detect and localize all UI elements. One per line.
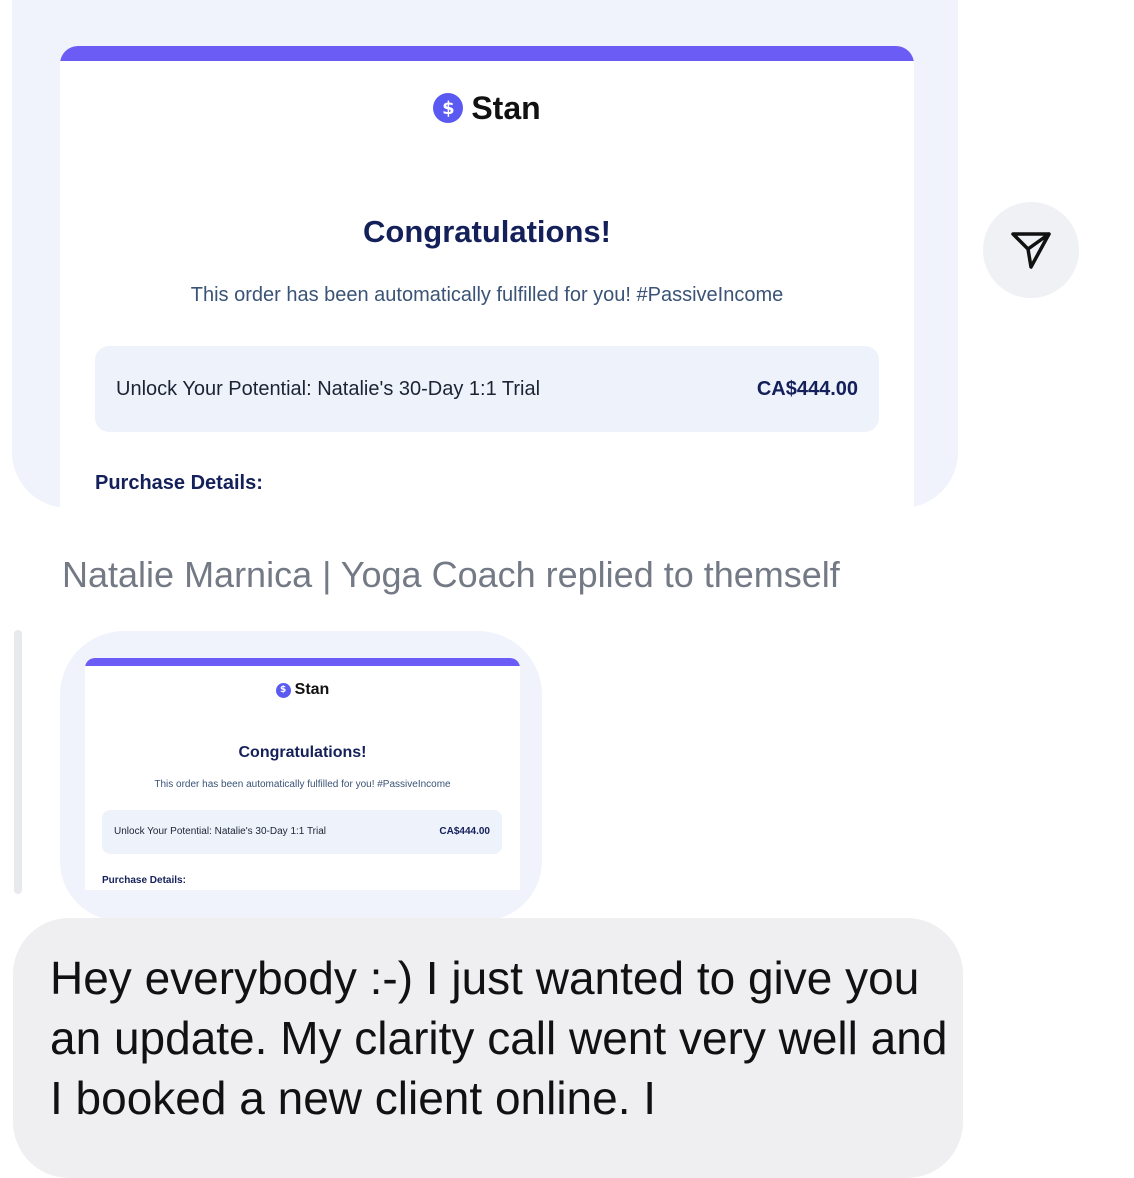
quoted-email-accent-bar — [85, 658, 520, 666]
stan-logo: $ Stan — [60, 88, 914, 128]
brand-name: Stan — [471, 89, 541, 126]
quoted-email-card[interactable]: $ Stan Congratulations! This order has b… — [85, 658, 520, 890]
quoted-product-name: Unlock Your Potential: Natalie's 30-Day … — [114, 826, 327, 837]
dollar-coin-icon: $ — [433, 93, 464, 123]
email-subline: This order has been automatically fulfil… — [190, 284, 784, 306]
shared-email-card[interactable]: $ Stan Congratulations! This order has b… — [60, 46, 914, 508]
quoted-dollar-coin-icon: $ — [275, 682, 291, 698]
email-headline: Congratulations! — [363, 214, 611, 249]
reply-indicator-bar — [14, 630, 22, 894]
product-row: Unlock Your Potential: Natalie's 30-Day … — [95, 346, 879, 432]
send-button[interactable] — [983, 202, 1079, 298]
quoted-stan-logo: $ Stan — [85, 680, 520, 700]
quoted-email-subline: This order has been automatically fulfil… — [154, 779, 451, 790]
quoted-brand-name: Stan — [294, 681, 330, 698]
reply-label: Natalie Marnica | Yoga Coach replied to … — [62, 554, 840, 595]
email-accent-bar — [60, 46, 914, 61]
message-text: Hey everybody :-) I just wanted to give … — [50, 952, 948, 1124]
product-price: CA$444.00 — [756, 378, 858, 400]
product-name: Unlock Your Potential: Natalie's 30-Day … — [116, 378, 541, 400]
quoted-email-headline: Congratulations! — [238, 744, 367, 761]
quoted-product-row: Unlock Your Potential: Natalie's 30-Day … — [102, 810, 502, 854]
send-paper-plane-icon — [1011, 232, 1051, 269]
purchase-details-label: Purchase Details: — [95, 472, 263, 494]
quoted-purchase-details-label: Purchase Details: — [102, 875, 186, 886]
quoted-product-price: CA$444.00 — [439, 826, 490, 837]
